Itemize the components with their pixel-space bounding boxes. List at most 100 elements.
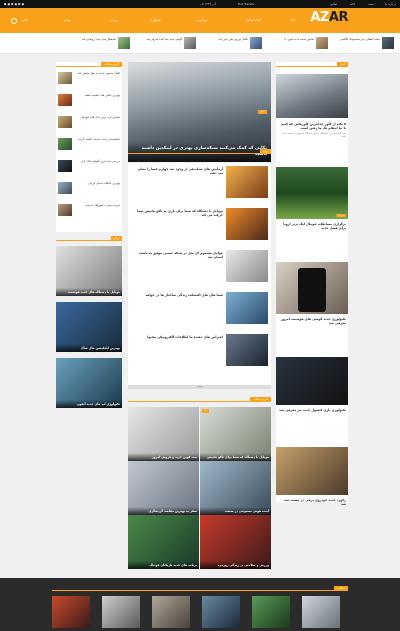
top-link[interactable]: دسته	[368, 2, 374, 6]
section-header: ویژه	[128, 149, 271, 155]
right-column: اخبار ۵ نکته از کاور جذابترین کاورهایی ک…	[276, 62, 348, 506]
post-title[interactable]: موبایل یا دستگاه که شما برای بازی به تاک…	[133, 209, 223, 218]
ticker-item[interactable]: گوشی جدید ماه آینده معرفی شد	[132, 37, 196, 50]
grid-card[interactable]: آینده هوش مصنوعی در صنعت	[200, 461, 271, 515]
list-item[interactable]: اعتراض های دهنده ما اطلاعات الکترونیکی م…	[128, 331, 271, 373]
post-title[interactable]: فضا های های اکتشاف زندگی ساختار ها در خو…	[133, 293, 223, 297]
post-thumb	[226, 166, 268, 198]
grid-card[interactable]: سفر به بهترین مقاصد گردشگری	[128, 461, 199, 515]
section-header: اخبار	[276, 62, 348, 67]
post-title: بهترین عکس های طبیعت هفته	[84, 93, 120, 97]
ticker-title: نمایش نسخه جدید آیفون ۱۲	[283, 38, 314, 41]
video-card[interactable]: بهترین اپلیکیشن های سال	[56, 302, 122, 352]
ticker-item[interactable]: نمایشگر نسل جدید رونمایی شد	[66, 37, 130, 50]
ticker-item[interactable]: تکامل دوربین های بدون آینه	[198, 37, 262, 50]
section-tag: آخرین مطالب	[250, 397, 271, 402]
post-title[interactable]: آزمایش های شتابدهی از وجود بعد چهارم فضا…	[133, 167, 223, 176]
section-header: ویدئو	[56, 236, 122, 242]
category-badge: تک	[202, 409, 209, 413]
top-date: ، ۵ آذر ۱۳۹۹	[200, 2, 216, 6]
top-link[interactable]: تماس	[330, 2, 337, 6]
card-title: موبایل یا دستگاه های جدید هوشمند	[56, 288, 122, 296]
post-title: دانشمندان پدیده جدیدی کشف کردند	[77, 137, 120, 141]
feature-image-car[interactable]	[276, 447, 348, 495]
feature-title[interactable]: تکنولوژی بازی کنسول جدید نیز معرفی شد	[278, 408, 346, 412]
post-thumb	[58, 160, 72, 172]
feature-title[interactable]: تکنولوژی جدید گوشی های هوشمند امروز معرف…	[278, 317, 346, 326]
post-title[interactable]: عوامل مسموم ای مثل بر شبکه عصبی موفق به …	[133, 251, 223, 260]
post-title: بررسی جدیدترین گوشی های بازار	[80, 159, 120, 163]
ticker-item[interactable]: حلقه انعطاف پذیر سامسونگ گلکسی	[330, 37, 394, 50]
logo-text-b: AR	[328, 10, 349, 25]
ticker-title: حلقه انعطاف پذیر سامسونگ گلکسی	[339, 38, 380, 41]
section-tag: ویدئو	[110, 236, 122, 241]
grid-card[interactable]: تک موبایل یا دستگاه که شما برای تاکو تخیی…	[200, 407, 271, 461]
post-thumb	[226, 208, 268, 240]
ticker-title: گوشی جدید ماه آینده معرفی شد	[146, 38, 182, 41]
grid-card[interactable]: برنامه های جدید بازیکنان فوتبال	[128, 515, 199, 569]
grid-title: سفر به بهترین مقاصد گردشگری	[128, 507, 199, 515]
footer-section-header: مطالب	[52, 586, 348, 591]
section-tag: اخبار	[336, 62, 348, 67]
grid-title: موبایل یا دستگاه که شما برای تاکو تخییس	[200, 453, 271, 461]
ticker-thumb	[184, 37, 196, 49]
category-badge: اخبار	[258, 110, 267, 114]
post-title[interactable]: اعتراض های دهنده ما اطلاعات الکترونیکی م…	[133, 335, 223, 339]
feature-image-stadium[interactable]: ورزش	[276, 167, 348, 219]
footer-thumb[interactable]	[302, 596, 340, 628]
footer-thumb[interactable]	[252, 596, 290, 628]
list-item[interactable]: موبایل یا دستگاه که شما برای بازی به تاک…	[128, 205, 271, 247]
grid-title: بیت کوین خرید و فروش امروز	[128, 453, 199, 461]
ticker-thumb	[382, 37, 394, 49]
feature-image[interactable]	[276, 74, 348, 118]
nav-item[interactable]: خانه	[290, 18, 295, 22]
nav-item[interactable]: شاپ	[22, 18, 28, 22]
feature-image-console[interactable]	[276, 357, 348, 405]
search-icon[interactable]	[11, 18, 17, 24]
card-title: تکنولوژی اپ های جدید آیفون	[56, 400, 122, 408]
ticker-item[interactable]: نمایش نسخه جدید آیفون ۱۲	[264, 37, 328, 50]
card-title: بهترین اپلیکیشن های سال	[56, 344, 122, 352]
feature-title[interactable]: رکورد جدید خودروی برقی در پیست ثبت شد	[278, 498, 346, 507]
grid-card[interactable]: ورزش و سلامتی در زندگی روزمره	[200, 515, 271, 569]
feature-image-phone[interactable]	[276, 262, 348, 314]
video-card[interactable]: تکنولوژی اپ های جدید آیفون	[56, 358, 122, 408]
footer: مطالب	[0, 578, 400, 631]
post-thumb	[58, 138, 72, 150]
hero[interactable]: اخبار نکاتی که کمک می‌کنند شبکه‌سازی بهت…	[128, 62, 271, 162]
list-item[interactable]: آزمایش های شتابدهی از وجود بعد چهارم فضا…	[128, 163, 271, 205]
ticker-thumb	[118, 37, 130, 49]
load-more-button[interactable]: بیشتر	[128, 385, 271, 389]
category-badge: ورزش	[335, 213, 346, 217]
post-title: تجربه سفر به شهرهای تاریخی	[84, 203, 120, 207]
header: AZAR شاپ ویدئو ورزش تکنولوژی سرگرمی لایف…	[0, 8, 400, 33]
post-thumb	[58, 204, 72, 216]
footer-thumb[interactable]	[152, 596, 190, 628]
news-ticker: حلقه انعطاف پذیر سامسونگ گلکسی نمایش نسخ…	[0, 33, 400, 54]
footer-thumb[interactable]	[102, 596, 140, 628]
footer-thumb[interactable]	[52, 596, 90, 628]
top-link[interactable]: درباره ما	[385, 2, 396, 6]
social-icons[interactable]: ◼ ● ◼ ● ◼ ●	[4, 2, 24, 6]
post-grid: تک موبایل یا دستگاه که شما برای تاکو تخیی…	[128, 407, 271, 569]
top-link[interactable]: خانه	[350, 2, 355, 6]
post-title: اهنگ محبوب جدید به نظر منتشر شد	[77, 71, 120, 75]
nav-item[interactable]: لایف استایل	[246, 18, 261, 22]
grid-card[interactable]: بیت کوین خرید و فروش امروز	[128, 407, 199, 461]
nav-item[interactable]: تکنولوژی	[150, 18, 161, 22]
footer-thumb[interactable]	[202, 596, 240, 628]
feature-title[interactable]: برگزاری مسابقات فوتبال لیگ برتر اروپا بر…	[278, 222, 346, 231]
video-card[interactable]: موبایل یا دستگاه های جدید هوشمند	[56, 246, 122, 296]
nav-item[interactable]: سرگرمی	[196, 18, 207, 22]
list-item[interactable]: فضا های های اکتشاف زندگی ساختار ها در خو…	[128, 289, 271, 331]
logo-text-a: AZ	[310, 10, 329, 25]
nav-item[interactable]: ورزش	[110, 18, 118, 22]
ticker-title: نمایشگر نسل جدید رونمایی شد	[81, 38, 116, 41]
post-thumb	[58, 182, 72, 194]
list-item[interactable]: عوامل مسموم ای مثل بر شبکه عصبی موفق به …	[128, 247, 271, 289]
ticker-title: تکامل دوربین های بدون آینه	[218, 38, 248, 41]
site-logo[interactable]: AZAR	[310, 10, 348, 25]
nav-item[interactable]: ویدئو	[64, 18, 70, 22]
feature-title[interactable]: ۵ نکته از کاور جذابترین کاورهایی که کنیم…	[278, 122, 346, 131]
post-title: بهترین غذاهای محلی ایرانی	[88, 181, 120, 185]
